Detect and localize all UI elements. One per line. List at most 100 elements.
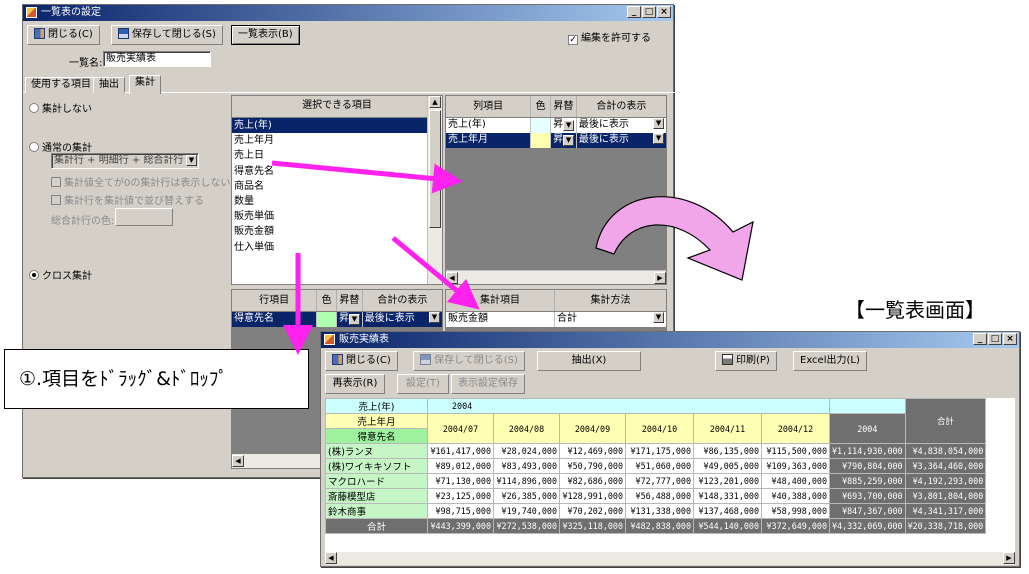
year-row: 売上(年) 2004 合計 [325, 398, 987, 444]
column-fields-grid[interactable]: 列項目 色 昇替 合計の表示 売上(年) 昇 ▼ 最後に表示 ▼ 売上年月 昇 ▼ 最… [445, 95, 667, 285]
available-field-item[interactable]: 販売単価 [232, 209, 442, 224]
total-color-picker[interactable] [115, 208, 173, 226]
scroll-right-icon[interactable]: ▶ [654, 272, 666, 284]
radio-icon [29, 103, 39, 113]
scroll-up-icon[interactable]: ▲ [429, 96, 441, 108]
available-field-item[interactable]: 売上年月 [232, 133, 442, 148]
tab-fields[interactable]: 使用する項目 [25, 77, 97, 93]
column-field-row[interactable]: 売上年月 昇 ▼ 最後に表示 ▼ [446, 133, 666, 148]
app-icon [26, 7, 37, 18]
tab-extract[interactable]: 抽出 [93, 77, 125, 93]
row-field-total[interactable]: 最後に表示 ▼ [363, 312, 442, 327]
list-view-button[interactable]: 一覧表示(B) [231, 25, 300, 45]
row-field-row[interactable]: 得意先名 昇 ▼ 最後に表示 ▼ [232, 312, 442, 327]
close-icon[interactable]: × [657, 6, 671, 18]
available-field-item[interactable]: 商品名 [232, 179, 442, 194]
total-value-cell: ¥325,118,000 [559, 518, 626, 534]
column-field-sort[interactable]: 昇 ▼ [551, 118, 577, 133]
available-field-item[interactable]: 数量 [232, 194, 442, 209]
close-button[interactable]: 閉じる(C) [27, 25, 100, 45]
available-fields-list[interactable]: 選択できる項目 売上(年) 売上年月 売上日 得意先名 商品名 数量 販売単価 販売金額 仕入単… [231, 95, 443, 285]
aggregate-field-row[interactable]: 販売金額 合計 ▼ [446, 312, 666, 327]
chevron-down-icon: ▼ [349, 314, 360, 325]
cross-aggregate-radio[interactable]: クロス集計 [29, 267, 92, 282]
table-row[interactable]: 斎藤模型店 ¥23,125,000 ¥26,385,000 ¥128,991,000 ¥… [325, 488, 987, 504]
available-field-item[interactable]: 得意先名 [232, 164, 442, 179]
month-col: 2004/10 [625, 413, 694, 444]
value-cell: ¥72,777,000 [625, 473, 694, 489]
chevron-down-icon: ▼ [563, 120, 575, 131]
row-header-color: 色 [317, 290, 337, 311]
maximize-icon[interactable]: □ [642, 6, 656, 18]
col-header-sort: 昇替 [551, 96, 577, 117]
settings-button[interactable]: 設定(T) [397, 374, 449, 394]
available-field-item[interactable]: 売上(年) [232, 118, 442, 134]
column-fields-header: 列項目 色 昇替 合計の表示 [446, 96, 666, 118]
normal-aggregate-radio[interactable]: 通常の集計 [29, 139, 92, 154]
value-cell: ¥98,715,000 [427, 503, 494, 519]
column-field-row[interactable]: 売上(年) 昇 ▼ 最後に表示 ▼ [446, 118, 666, 133]
extract-button[interactable]: 抽出(X) [537, 351, 641, 371]
aggregate-mode-select[interactable]: 集計行 + 明細行 + 総合計行 ▼ [51, 153, 199, 169]
available-fields-scrollbar[interactable]: ▲ [427, 96, 442, 284]
column-field-total[interactable]: 最後に表示 ▼ [577, 133, 666, 148]
table-row[interactable]: (株)ワイキキソフト ¥89,012,000 ¥83,493,000 ¥50,790,… [325, 458, 987, 474]
print-button[interactable]: 印刷(P) [715, 351, 777, 371]
list-name-input[interactable]: 販売実績表 [103, 51, 211, 67]
hide-zero-checkbox[interactable]: 集計値全てが0の集計行は表示しない [51, 174, 230, 189]
column-field-color[interactable] [531, 133, 552, 148]
row-field-sort[interactable]: 昇 ▼ [337, 312, 363, 327]
redisplay-button[interactable]: 再表示(R) [325, 374, 385, 394]
excel-export-button[interactable]: Excel出力(L) [793, 351, 867, 371]
total-cell: ¥3,364,460,000 [904, 458, 987, 474]
row-field-color[interactable] [317, 312, 337, 327]
maximize-icon[interactable]: □ [988, 333, 1002, 345]
settings-titlebar[interactable]: 一覧表の設定 _ □ × [23, 5, 673, 21]
available-field-item[interactable]: 仕入単価 [232, 240, 442, 255]
available-field-item[interactable]: 販売金額 [232, 224, 442, 239]
value-cell: ¥70,202,000 [559, 503, 626, 519]
scroll-left-icon[interactable]: ◀ [446, 272, 458, 284]
value-cell: ¥89,012,000 [427, 458, 494, 474]
scroll-left-icon[interactable]: ◀ [232, 455, 244, 467]
subtotal-cell: ¥790,804,000 [829, 458, 906, 474]
value-cell: ¥171,175,000 [625, 443, 694, 459]
subtotal-cell: ¥693,700,000 [829, 488, 906, 504]
col-header-name: 列項目 [446, 96, 532, 117]
total-value-cell: ¥272,538,000 [493, 518, 560, 534]
chevron-down-icon: ▼ [653, 312, 664, 323]
minimize-icon[interactable]: _ [973, 333, 987, 345]
total-color-label: 総合計行の色: [51, 216, 115, 227]
report-save-close-button[interactable]: 保存して閉じる(S) [413, 351, 525, 371]
column-field-sort[interactable]: 昇 ▼ [551, 133, 577, 148]
chevron-down-icon: ▼ [653, 133, 665, 144]
report-hscroll[interactable]: ◀ ▶ [325, 552, 1015, 565]
horizontal-scrollbar[interactable]: ◀ ▶ [446, 270, 666, 284]
scroll-thumb[interactable] [429, 110, 441, 228]
close-icon[interactable]: × [1003, 333, 1017, 345]
scroll-right-icon[interactable]: ▶ [1003, 552, 1015, 564]
column-field-color[interactable] [531, 118, 552, 133]
value-cell: ¥82,686,000 [559, 473, 626, 489]
minimize-icon[interactable]: _ [627, 6, 641, 18]
report-title: 販売実績表 [339, 334, 389, 345]
tab-aggregate[interactable]: 集計 [129, 75, 161, 94]
value-cell: ¥83,493,000 [493, 458, 560, 474]
aggregate-field-method[interactable]: 合計 ▼ [555, 312, 666, 327]
sort-by-value-checkbox[interactable]: 集計行を集計値で並び替えする [51, 192, 204, 207]
table-row[interactable]: 鈴木商事 ¥98,715,000 ¥19,740,000 ¥70,202,000 ¥13… [325, 503, 987, 519]
save-display-settings-button[interactable]: 表示設定保存 [451, 374, 525, 394]
table-row[interactable]: マクロハード ¥71,130,000 ¥114,896,000 ¥82,686,000… [325, 473, 987, 489]
grand-total-header: 合計 [904, 398, 987, 444]
available-field-item[interactable]: 売上日 [232, 148, 442, 163]
allow-edit-checkbox[interactable]: ✓ 編集を許可する [568, 29, 651, 45]
save-close-button[interactable]: 保存して閉じる(S) [111, 25, 223, 45]
total-row-label: 合計 [325, 518, 428, 534]
door-icon [34, 28, 45, 39]
scroll-left-icon[interactable]: ◀ [325, 552, 337, 564]
table-row[interactable]: (株)ランヌ ¥161,417,000 ¥28,024,000 ¥12,469,000… [325, 443, 987, 459]
column-field-total[interactable]: 最後に表示 ▼ [577, 118, 666, 133]
report-close-button[interactable]: 閉じる(C) [325, 351, 398, 371]
report-titlebar[interactable]: 販売実績表 _ □ × [321, 332, 1019, 348]
no-aggregate-radio[interactable]: 集計しない [29, 100, 92, 115]
